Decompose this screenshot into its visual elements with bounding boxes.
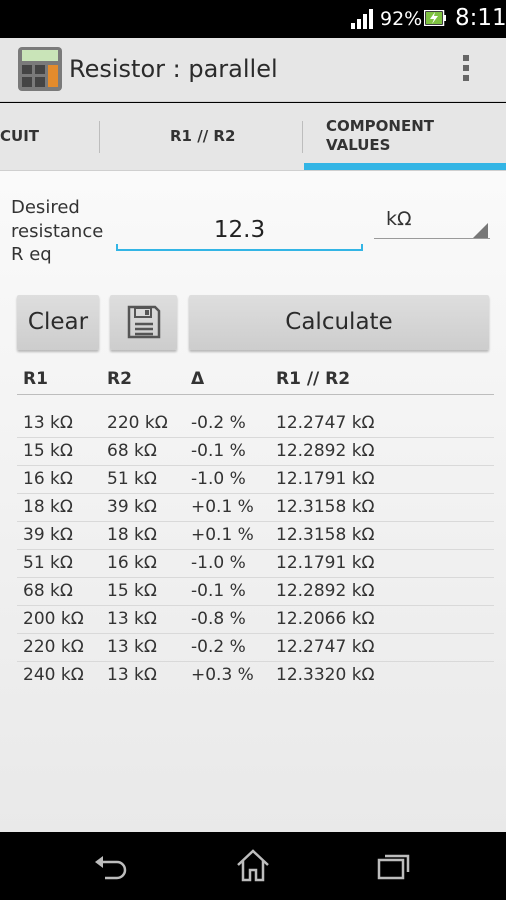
cell-r1: 220 kΩ (23, 637, 84, 657)
column-header-parallel: R1 // R2 (276, 369, 351, 389)
desired-resistance-value: 12.3 (213, 217, 266, 243)
action-bar: Resistor : parallel (0, 38, 506, 102)
unit-value: kΩ (386, 208, 412, 230)
tab-component-values[interactable]: COMPONENT VALUES (304, 103, 506, 170)
recent-apps-icon[interactable] (376, 848, 412, 882)
results-table: 13 kΩ 220 kΩ -0.2 % 12.2747 kΩ 15 kΩ 68 … (17, 410, 494, 690)
cell-r2: 13 kΩ (107, 665, 157, 685)
table-row[interactable]: 220 kΩ 13 kΩ -0.2 % 12.2747 kΩ (17, 634, 494, 662)
main-content: Desired resistance R eq 12.3 kΩ Clear Ca… (0, 171, 506, 832)
cell-parallel: 12.1791 kΩ (276, 553, 375, 573)
cell-delta: +0.1 % (191, 497, 254, 517)
clock: 8:11 (455, 5, 506, 31)
calculate-button[interactable]: Calculate (189, 295, 489, 350)
tab-divider (302, 121, 303, 153)
table-row[interactable]: 15 kΩ 68 kΩ -0.1 % 12.2892 kΩ (17, 438, 494, 466)
cell-delta: +0.3 % (191, 665, 254, 685)
cell-parallel: 12.2747 kΩ (276, 637, 375, 657)
cell-parallel: 12.1791 kΩ (276, 469, 375, 489)
save-button[interactable] (110, 295, 177, 350)
tab-circuit-label: CUIT (0, 127, 40, 145)
tab-r1-r2-label: R1 // R2 (170, 127, 236, 145)
table-row[interactable]: 240 kΩ 13 kΩ +0.3 % 12.3320 kΩ (17, 662, 494, 690)
calculator-app-icon[interactable] (17, 46, 63, 92)
cell-delta: -0.2 % (191, 637, 246, 657)
cell-parallel: 12.2066 kΩ (276, 609, 375, 629)
cell-r1: 240 kΩ (23, 665, 84, 685)
cell-r2: 18 kΩ (107, 525, 157, 545)
cell-delta: -0.1 % (191, 581, 246, 601)
status-bar: 92% 8:11 (0, 0, 506, 38)
cell-parallel: 12.3320 kΩ (276, 665, 375, 685)
cell-r2: 13 kΩ (107, 609, 157, 629)
cell-parallel: 12.2892 kΩ (276, 581, 375, 601)
cell-r1: 51 kΩ (23, 553, 73, 573)
input-underline (116, 244, 363, 251)
home-icon[interactable] (235, 848, 271, 882)
spinner-underline (374, 238, 490, 239)
battery-percent: 92% (380, 8, 423, 30)
cell-parallel: 12.2892 kΩ (276, 441, 375, 461)
spinner-dropdown-icon (473, 223, 488, 238)
table-row[interactable]: 68 kΩ 15 kΩ -0.1 % 12.2892 kΩ (17, 578, 494, 606)
cell-delta: -0.8 % (191, 609, 246, 629)
cell-r1: 16 kΩ (23, 469, 73, 489)
column-header-r1: R1 (23, 369, 48, 389)
cell-r1: 15 kΩ (23, 441, 73, 461)
table-row[interactable]: 51 kΩ 16 kΩ -1.0 % 12.1791 kΩ (17, 550, 494, 578)
cell-r1: 68 kΩ (23, 581, 73, 601)
cell-r2: 68 kΩ (107, 441, 157, 461)
cell-parallel: 12.3158 kΩ (276, 525, 375, 545)
table-header: R1 R2 Δ R1 // R2 (17, 367, 494, 395)
selected-tab-indicator (304, 163, 506, 170)
desired-resistance-label: Desired resistance R eq (11, 197, 104, 265)
cell-r1: 200 kΩ (23, 609, 84, 629)
unit-spinner[interactable]: kΩ (374, 205, 490, 239)
table-row[interactable]: 18 kΩ 39 kΩ +0.1 % 12.3158 kΩ (17, 494, 494, 522)
table-row[interactable]: 16 kΩ 51 kΩ -1.0 % 12.1791 kΩ (17, 466, 494, 494)
overflow-menu-icon[interactable] (454, 52, 478, 88)
signal-icon (351, 9, 373, 29)
cell-r1: 13 kΩ (23, 413, 73, 433)
cell-r2: 15 kΩ (107, 581, 157, 601)
column-header-delta: Δ (191, 369, 205, 389)
tab-circuit[interactable]: CUIT (0, 103, 98, 170)
cell-r1: 39 kΩ (23, 525, 73, 545)
battery-charging-icon (424, 10, 446, 26)
column-header-r2: R2 (107, 369, 132, 389)
tab-r1-r2[interactable]: R1 // R2 (100, 103, 302, 170)
cell-r1: 18 kΩ (23, 497, 73, 517)
back-icon[interactable] (93, 848, 129, 882)
table-row[interactable]: 39 kΩ 18 kΩ +0.1 % 12.3158 kΩ (17, 522, 494, 550)
floppy-disk-icon (127, 305, 160, 339)
cell-delta: -1.0 % (191, 469, 246, 489)
cell-delta: -1.0 % (191, 553, 246, 573)
tab-bar: CUIT R1 // R2 COMPONENT VALUES (0, 103, 506, 171)
clear-button[interactable]: Clear (17, 295, 99, 350)
page-title: Resistor : parallel (69, 55, 278, 83)
cell-delta: -0.1 % (191, 441, 246, 461)
cell-parallel: 12.3158 kΩ (276, 497, 375, 517)
cell-delta: +0.1 % (191, 525, 254, 545)
cell-parallel: 12.2747 kΩ (276, 413, 375, 433)
cell-r2: 13 kΩ (107, 637, 157, 657)
cell-r2: 16 kΩ (107, 553, 157, 573)
cell-delta: -0.2 % (191, 413, 246, 433)
tab-component-values-label-2: VALUES (326, 136, 391, 154)
desired-resistance-input[interactable]: 12.3 (116, 211, 363, 251)
navigation-bar (0, 832, 506, 900)
table-row[interactable]: 200 kΩ 13 kΩ -0.8 % 12.2066 kΩ (17, 606, 494, 634)
cell-r2: 39 kΩ (107, 497, 157, 517)
cell-r2: 51 kΩ (107, 469, 157, 489)
cell-r2: 220 kΩ (107, 413, 168, 433)
table-row[interactable]: 13 kΩ 220 kΩ -0.2 % 12.2747 kΩ (17, 410, 494, 438)
tab-component-values-label-1: COMPONENT (326, 117, 435, 135)
